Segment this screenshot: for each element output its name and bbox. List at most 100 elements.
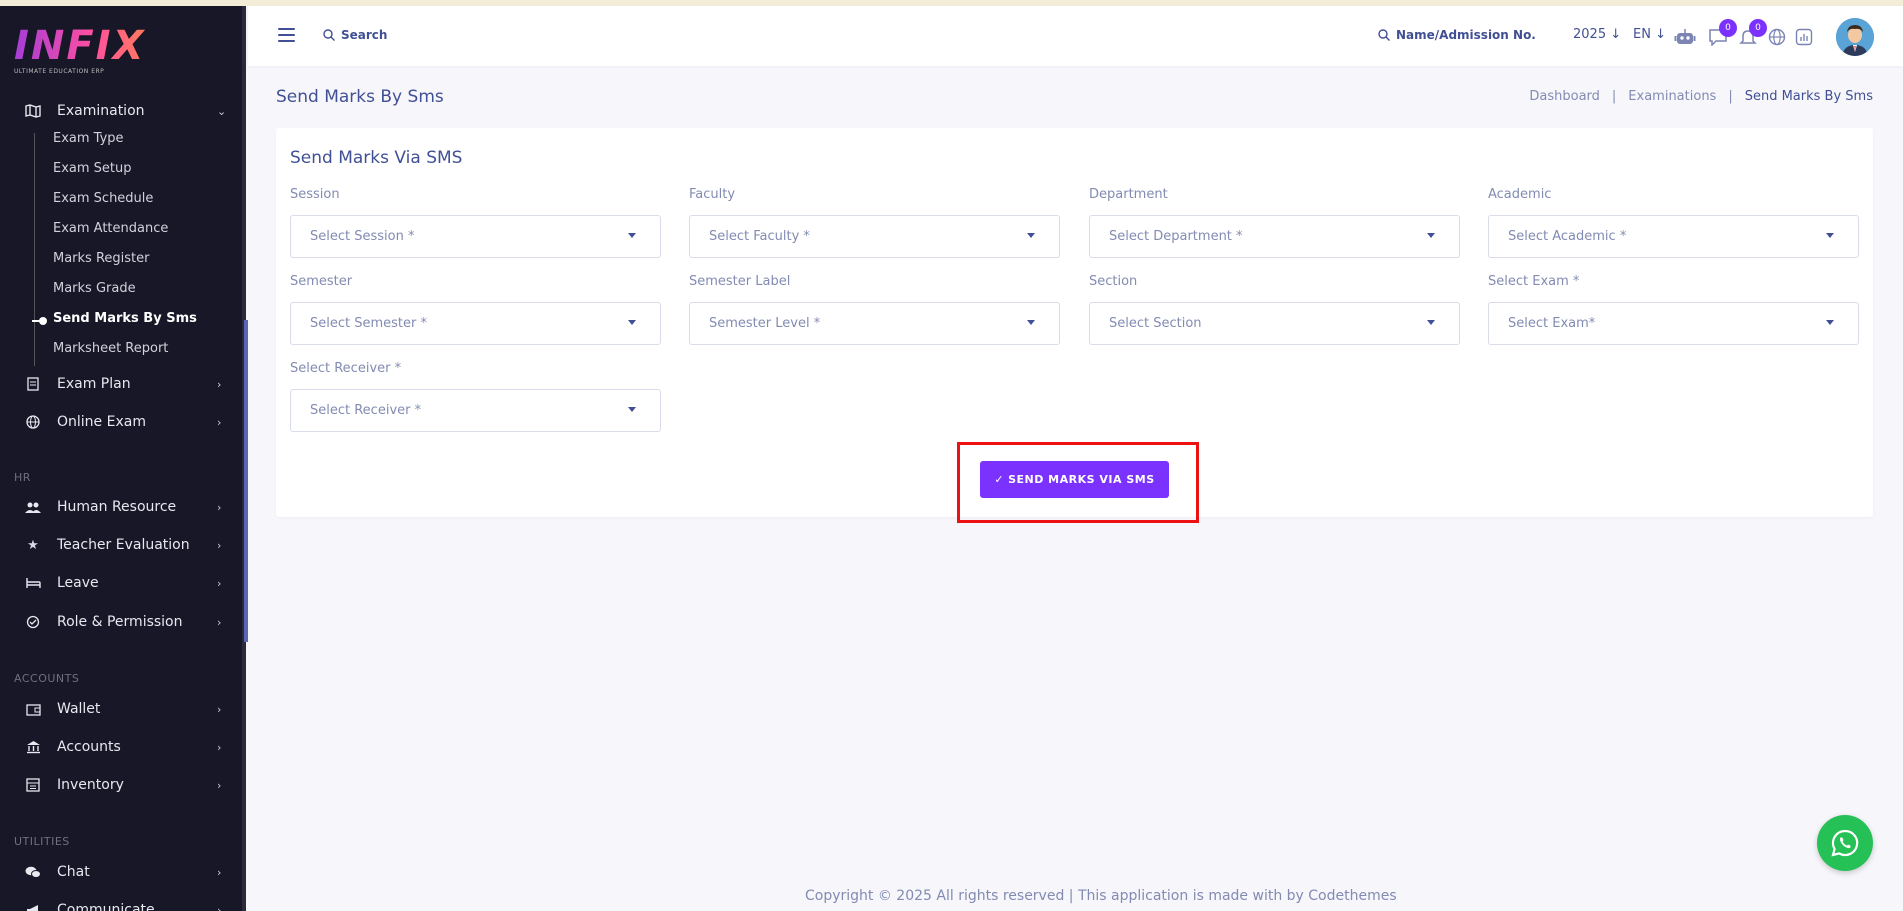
breadcrumb-separator: | — [1611, 89, 1617, 104]
semester-select[interactable]: Select Semester * — [290, 302, 661, 345]
logo[interactable]: INFIX ULTIMATE EDUCATION ERP — [14, 26, 145, 75]
sidebar-subitem-marks-register[interactable]: Marks Register — [53, 249, 149, 269]
sidebar-subitem-exam-schedule[interactable]: Exam Schedule — [53, 189, 153, 209]
chevron-right-icon: › — [217, 778, 222, 792]
breadcrumb-separator: | — [1728, 89, 1733, 104]
sidebar-item-label: Teacher Evaluation — [57, 537, 190, 553]
sidebar-item-inventory[interactable]: Inventory › — [0, 770, 240, 800]
sidebar-item-communicate[interactable]: Communicate › — [0, 895, 240, 911]
chevron-right-icon: › — [217, 865, 222, 879]
shield-icon — [24, 613, 42, 631]
megaphone-icon — [24, 901, 42, 911]
sidebar-item-leave[interactable]: Leave › — [0, 568, 240, 598]
users-icon — [24, 498, 42, 516]
session-select[interactable]: Select Session * — [290, 215, 661, 258]
semester-level-select[interactable]: Semester Level * — [689, 302, 1060, 345]
check-icon: ✓ — [994, 473, 1005, 486]
sidebar-subitem-exam-type[interactable]: Exam Type — [53, 129, 124, 149]
language-selector[interactable]: EN ↓ — [1633, 27, 1666, 42]
active-dot — [39, 317, 47, 325]
breadcrumb: Dashboard | Examinations | Send Marks By… — [1529, 89, 1873, 104]
exam-placeholder: Select Exam* — [1508, 316, 1596, 331]
logo-text: INFIX — [14, 23, 146, 69]
semester-placeholder: Select Semester * — [310, 316, 427, 331]
globe-icon — [24, 413, 42, 431]
chevron-right-icon: › — [217, 615, 222, 629]
caret-down-icon — [628, 233, 636, 238]
sidebar-item-online-exam[interactable]: Online Exam › — [0, 407, 240, 437]
sidebar-subitem-exam-setup[interactable]: Exam Setup — [53, 159, 132, 179]
user-avatar[interactable] — [1836, 18, 1874, 56]
caret-down-icon — [628, 320, 636, 325]
caret-down-icon — [628, 407, 636, 412]
academic-placeholder: Select Academic * — [1508, 229, 1627, 244]
sidebar-scrollbar[interactable] — [244, 320, 248, 642]
notification-bell-icon[interactable]: 0 — [1737, 19, 1767, 48]
bank-icon — [24, 738, 42, 756]
sidebar-item-accounts[interactable]: Accounts › — [0, 732, 240, 762]
faculty-select[interactable]: Select Faculty * — [689, 215, 1060, 258]
academic-label: Academic — [1488, 187, 1552, 202]
globe-icon[interactable] — [1766, 26, 1788, 48]
search-box[interactable]: Search — [323, 28, 387, 42]
send-marks-via-sms-button[interactable]: ✓ SEND MARKS VIA SMS — [980, 461, 1169, 498]
sidebar-item-exam-plan[interactable]: Exam Plan › — [0, 369, 240, 399]
language-value: EN — [1633, 27, 1651, 42]
robot-icon[interactable] — [1674, 26, 1696, 48]
academic-select[interactable]: Select Academic * — [1488, 215, 1859, 258]
faculty-placeholder: Select Faculty * — [709, 229, 810, 244]
sidebar-item-label: Role & Permission — [57, 614, 183, 630]
breadcrumb-current: Send Marks By Sms — [1744, 89, 1873, 104]
breadcrumb-dashboard[interactable]: Dashboard — [1529, 89, 1600, 104]
sidebar-item-teacher-evaluation[interactable]: ★ Teacher Evaluation › — [0, 530, 240, 560]
caret-down-icon — [1826, 233, 1834, 238]
whatsapp-button[interactable] — [1817, 815, 1873, 871]
semester-label: Semester — [290, 274, 353, 289]
wallet-icon — [24, 700, 42, 718]
receiver-select[interactable]: Select Receiver * — [290, 389, 661, 432]
section-select[interactable]: Select Section — [1089, 302, 1460, 345]
sidebar-item-role-permission[interactable]: Role & Permission › — [0, 607, 240, 637]
sidebar-subitem-marks-grade[interactable]: Marks Grade — [53, 279, 136, 299]
chevron-right-icon: › — [217, 500, 222, 514]
sidebar-item-label: Accounts — [57, 739, 121, 755]
department-label: Department — [1089, 187, 1168, 202]
sidebar-subitem-exam-attendance[interactable]: Exam Attendance — [53, 219, 168, 239]
sidebar: INFIX ULTIMATE EDUCATION ERP Examination… — [0, 6, 246, 911]
chat-icon — [24, 863, 42, 881]
chevron-right-icon: › — [217, 576, 222, 590]
student-search-box[interactable]: Name/Admission No. — [1378, 28, 1536, 42]
exam-select[interactable]: Select Exam* — [1488, 302, 1859, 345]
breadcrumb-examinations[interactable]: Examinations — [1628, 89, 1716, 104]
chart-icon[interactable] — [1793, 26, 1815, 48]
sidebar-item-human-resource[interactable]: Human Resource › — [0, 492, 240, 522]
messages-badge: 0 — [1719, 19, 1737, 37]
star-icon: ★ — [27, 537, 39, 553]
send-button-label: SEND MARKS VIA SMS — [1008, 473, 1155, 486]
year-selector[interactable]: 2025 ↓ — [1573, 27, 1621, 42]
sidebar-subitem-send-marks-by-sms[interactable]: Send Marks By Sms — [53, 309, 197, 329]
messages-icon[interactable]: 0 — [1707, 19, 1737, 48]
sidebar-item-label: Examination — [57, 103, 145, 119]
year-value: 2025 — [1573, 27, 1607, 42]
sidebar-item-label: Chat — [57, 864, 90, 880]
whatsapp-icon — [1831, 829, 1859, 857]
menu-toggle-icon[interactable] — [278, 28, 295, 42]
sidebar-subitem-marksheet-report[interactable]: Marksheet Report — [53, 339, 168, 359]
department-select[interactable]: Select Department * — [1089, 215, 1460, 258]
section-heading-utilities: UTILITIES — [14, 835, 70, 848]
caret-down-icon — [1427, 320, 1435, 325]
receiver-placeholder: Select Receiver * — [310, 403, 422, 418]
receiver-label: Select Receiver * — [290, 361, 402, 376]
chevron-right-icon: › — [217, 538, 222, 552]
sidebar-item-label: Online Exam — [57, 414, 146, 430]
student-search-label: Name/Admission No. — [1396, 28, 1536, 42]
sidebar-item-chat[interactable]: Chat › — [0, 857, 240, 887]
sidebar-item-wallet[interactable]: Wallet › — [0, 694, 240, 724]
submenu-line — [34, 133, 35, 366]
semester-label-label: Semester Label — [689, 274, 791, 289]
search-icon — [323, 29, 335, 41]
page-title: Send Marks By Sms — [276, 87, 444, 107]
sidebar-item-examination[interactable]: Examination ⌄ — [0, 96, 240, 126]
caret-down-icon — [1027, 233, 1035, 238]
